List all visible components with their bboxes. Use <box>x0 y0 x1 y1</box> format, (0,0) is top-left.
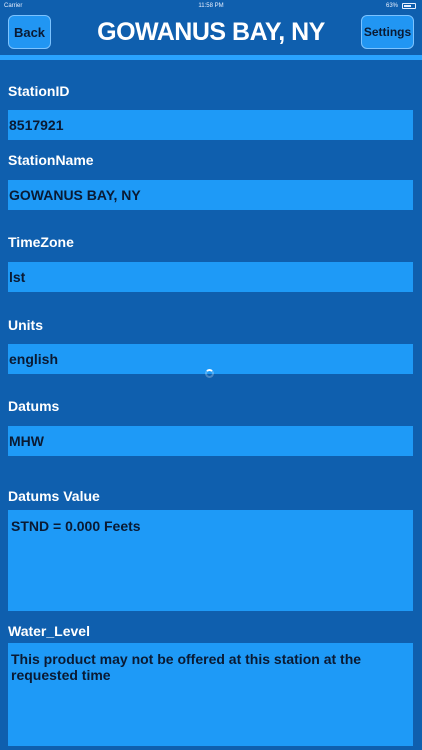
battery-icon <box>402 3 416 9</box>
datums-field[interactable]: MHW <box>8 426 413 456</box>
station-id-field[interactable]: 8517921 <box>8 110 413 140</box>
datums-label: Datums <box>8 398 60 414</box>
battery-percent: 63% <box>385 3 398 9</box>
status-bar: Carrier 11:58 PM 63% <box>0 0 422 12</box>
units-label: Units <box>8 317 43 333</box>
nav-divider <box>0 55 422 60</box>
back-button[interactable]: Back <box>8 15 51 49</box>
station-name-field[interactable]: GOWANUS BAY, NY <box>8 180 413 210</box>
datums-value-textarea[interactable]: STND = 0.000 Feets <box>8 510 413 611</box>
water-level-textarea[interactable]: This product may not be offered at this … <box>8 643 413 746</box>
status-time: 11:58 PM <box>198 3 224 9</box>
navigation-bar: Back GOWANUS BAY, NY Settings <box>0 12 422 56</box>
time-zone-label: TimeZone <box>8 234 74 250</box>
station-id-label: StationID <box>8 83 70 99</box>
loading-spinner-icon <box>205 369 214 378</box>
page-title: GOWANUS BAY, NY <box>97 18 325 46</box>
station-name-label: StationName <box>8 152 94 168</box>
datums-value-label: Datums Value <box>8 488 100 504</box>
water-level-label: Water_Level <box>8 623 90 639</box>
time-zone-field[interactable]: lst <box>8 262 413 292</box>
settings-button[interactable]: Settings <box>361 15 414 49</box>
